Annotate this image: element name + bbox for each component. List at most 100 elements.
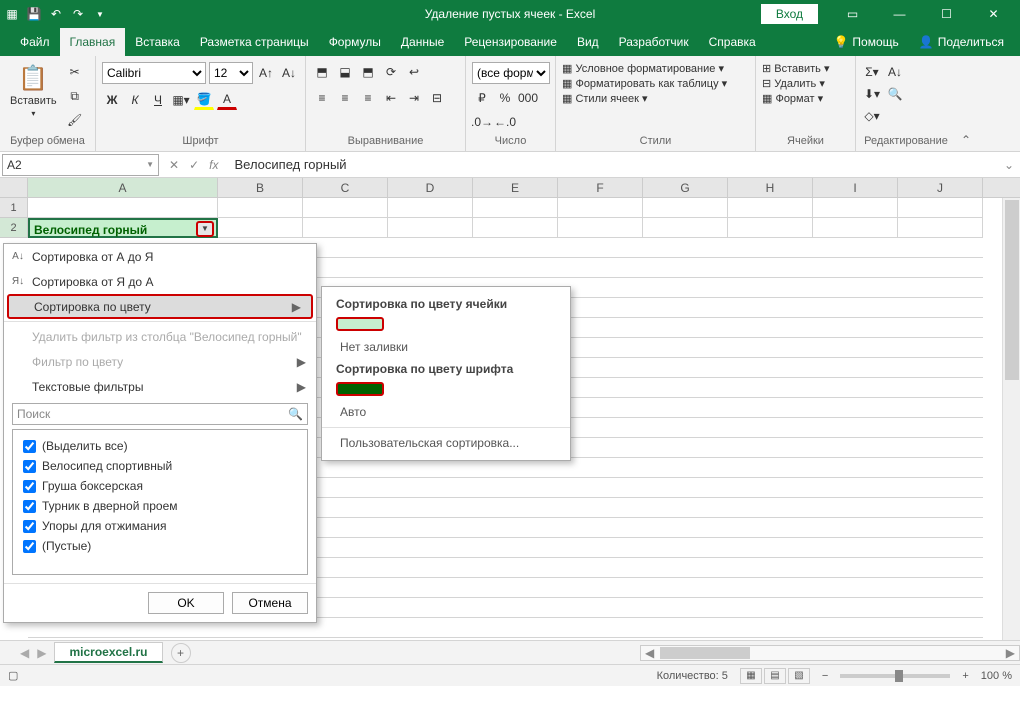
horizontal-scrollbar[interactable]: ◀▶ [640, 645, 1020, 661]
undo-icon[interactable]: ↶ [48, 6, 64, 22]
cut-icon[interactable]: ✂ [65, 62, 85, 82]
select-all-corner[interactable] [0, 178, 28, 197]
wrap-text-icon[interactable]: ↩ [404, 62, 424, 82]
cancel-button[interactable]: Отмена [232, 592, 308, 614]
vertical-scrollbar[interactable] [1002, 198, 1020, 640]
align-left-icon[interactable]: ≡ [312, 88, 332, 108]
worksheet-grid[interactable]: A B C D E F G H I J 1 2 Велосипед горный… [0, 178, 1020, 640]
delete-cells-button[interactable]: ⊟ Удалить ▾ [762, 77, 825, 90]
tell-me[interactable]: 💡Помощь [825, 35, 906, 49]
cancel-formula-icon[interactable]: ✕ [169, 158, 179, 172]
tab-home[interactable]: Главная [60, 28, 126, 56]
col-header-D[interactable]: D [388, 178, 473, 197]
col-header-C[interactable]: C [303, 178, 388, 197]
align-middle-icon[interactable]: ⬓ [335, 62, 355, 82]
number-format-select[interactable]: (все форм [472, 62, 550, 84]
merge-icon[interactable]: ⊟ [427, 88, 447, 108]
filter-item[interactable]: Турник в дверной проем [23, 496, 297, 516]
share-button[interactable]: 👤Поделиться [911, 35, 1012, 49]
custom-sort-option[interactable]: Пользовательская сортировка... [322, 432, 570, 454]
font-color-icon[interactable]: A [217, 90, 237, 110]
filter-item[interactable]: (Пустые) [23, 536, 297, 556]
redo-icon[interactable]: ↷ [70, 6, 86, 22]
border-icon[interactable]: ▦▾ [171, 90, 191, 110]
page-layout-view-icon[interactable]: ▤ [764, 668, 786, 684]
sheet-tab[interactable]: microexcel.ru [54, 642, 162, 663]
filter-item[interactable]: (Выделить все) [23, 436, 297, 456]
col-header-J[interactable]: J [898, 178, 983, 197]
name-box[interactable]: A2▼ [2, 154, 159, 176]
cell-styles-button[interactable]: ▦ Стили ячеек ▾ [562, 92, 648, 105]
align-top-icon[interactable]: ⬒ [312, 62, 332, 82]
cell-color-swatch[interactable] [336, 317, 384, 331]
next-sheet-icon[interactable]: ▶ [37, 646, 46, 660]
sort-by-color[interactable]: Сортировка по цвету▶ [7, 294, 313, 319]
percent-icon[interactable]: % [495, 88, 515, 108]
filter-items-list[interactable]: (Выделить все) Велосипед спортивный Груш… [12, 429, 308, 575]
tab-view[interactable]: Вид [567, 28, 609, 56]
filter-item[interactable]: Упоры для отжимания [23, 516, 297, 536]
collapse-ribbon-icon[interactable]: ⌃ [956, 56, 976, 151]
tab-review[interactable]: Рецензирование [454, 28, 567, 56]
expand-formula-icon[interactable]: ⌄ [998, 158, 1020, 172]
currency-icon[interactable]: ₽ [472, 88, 492, 108]
orientation-icon[interactable]: ⟳ [381, 62, 401, 82]
sort-ascending[interactable]: А↓Сортировка от А до Я [4, 244, 316, 269]
enter-formula-icon[interactable]: ✓ [189, 158, 199, 172]
col-header-G[interactable]: G [643, 178, 728, 197]
col-header-H[interactable]: H [728, 178, 813, 197]
cell-A2[interactable]: Велосипед горный ▼ [28, 218, 218, 238]
zoom-out-icon[interactable]: − [822, 670, 828, 682]
find-icon[interactable]: 🔍 [885, 84, 905, 104]
fill-icon[interactable]: ⬇▾ [862, 84, 882, 104]
no-fill-option[interactable]: Нет заливки [322, 336, 570, 358]
increase-indent-icon[interactable]: ⇥ [404, 88, 424, 108]
col-header-E[interactable]: E [473, 178, 558, 197]
align-center-icon[interactable]: ≡ [335, 88, 355, 108]
formula-bar[interactable]: Велосипед горный [228, 157, 997, 172]
text-filters[interactable]: Текстовые фильтры▶ [4, 374, 316, 399]
zoom-in-icon[interactable]: + [962, 670, 968, 682]
increase-decimal-icon[interactable]: .0→ [472, 112, 492, 132]
tab-help[interactable]: Справка [699, 28, 766, 56]
row-header-2[interactable]: 2 [0, 218, 28, 238]
filter-item[interactable]: Велосипед спортивный [23, 456, 297, 476]
font-size-select[interactable]: 12 [209, 62, 253, 84]
filter-item[interactable]: Груша боксерская [23, 476, 297, 496]
increase-font-icon[interactable]: A↑ [256, 63, 276, 83]
copy-icon[interactable]: ⧉ [65, 86, 85, 106]
tab-page-layout[interactable]: Разметка страницы [190, 28, 319, 56]
insert-cells-button[interactable]: ⊞ Вставить ▾ [762, 62, 830, 75]
auto-option[interactable]: Авто [322, 401, 570, 423]
tab-formulas[interactable]: Формулы [319, 28, 391, 56]
col-header-A[interactable]: A [28, 178, 218, 197]
clear-icon[interactable]: ◇▾ [862, 106, 882, 126]
fill-color-icon[interactable]: 🪣 [194, 90, 214, 110]
italic-icon[interactable]: К [125, 90, 145, 110]
col-header-B[interactable]: B [218, 178, 303, 197]
autosum-icon[interactable]: Σ▾ [862, 62, 882, 82]
page-break-view-icon[interactable]: ▧ [788, 668, 810, 684]
filter-search[interactable]: Поиск🔍 [12, 403, 308, 425]
prev-sheet-icon[interactable]: ◀ [20, 646, 29, 660]
paste-button[interactable]: 📋 Вставить ▾ [6, 62, 61, 120]
tab-file[interactable]: Файл [10, 28, 60, 56]
col-header-I[interactable]: I [813, 178, 898, 197]
zoom-level[interactable]: 100 % [981, 670, 1012, 682]
zoom-slider[interactable] [840, 674, 950, 678]
new-sheet-button[interactable]: + [171, 643, 191, 663]
sort-filter-icon[interactable]: A↓ [885, 62, 905, 82]
save-icon[interactable]: 💾 [26, 6, 42, 22]
tab-insert[interactable]: Вставка [125, 28, 190, 56]
underline-icon[interactable]: Ч [148, 90, 168, 110]
bold-icon[interactable]: Ж [102, 90, 122, 110]
filter-dropdown-button[interactable]: ▼ [196, 221, 214, 237]
font-family-select[interactable]: Calibri [102, 62, 206, 84]
col-header-F[interactable]: F [558, 178, 643, 197]
maximize-icon[interactable]: ☐ [924, 0, 969, 28]
qat-dropdown-icon[interactable]: ▼ [92, 6, 108, 22]
fx-icon[interactable]: fx [209, 158, 218, 172]
tab-data[interactable]: Данные [391, 28, 454, 56]
align-right-icon[interactable]: ≡ [358, 88, 378, 108]
format-as-table-button[interactable]: ▦ Форматировать как таблицу ▾ [562, 77, 727, 90]
